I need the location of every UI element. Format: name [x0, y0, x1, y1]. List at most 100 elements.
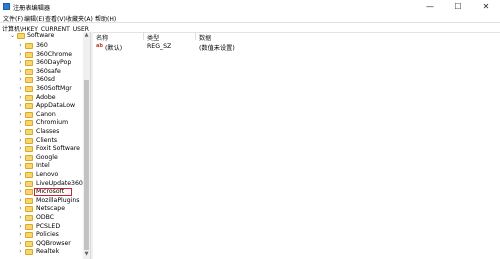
- tree-item[interactable]: › PCSLED: [0, 223, 83, 231]
- maximize-button[interactable]: ☐: [444, 0, 472, 13]
- chevron-right-icon[interactable]: ›: [18, 240, 23, 248]
- column-divider[interactable]: [195, 32, 196, 40]
- tree-item[interactable]: › Adobe: [0, 94, 83, 102]
- tree-item-label: 360sd: [36, 76, 55, 84]
- scroll-down-icon[interactable]: ▼: [83, 251, 90, 257]
- string-value-icon: ab: [96, 43, 103, 49]
- folder-icon: [25, 163, 33, 170]
- tree-item[interactable]: › MozillaPlugins: [0, 197, 83, 205]
- folder-icon: [25, 215, 33, 221]
- chevron-right-icon[interactable]: ›: [18, 94, 23, 102]
- chevron-right-icon[interactable]: ›: [18, 111, 23, 119]
- folder-icon: [25, 240, 33, 247]
- tree-item-software[interactable]: ⌄ Software: [0, 32, 83, 40]
- folder-icon: [25, 120, 33, 127]
- chevron-right-icon[interactable]: ›: [18, 76, 23, 84]
- tree-item[interactable]: › 360DayPop: [0, 59, 83, 67]
- tree-scrollbar[interactable]: ▲ ▼: [83, 32, 90, 259]
- chevron-right-icon[interactable]: ›: [18, 42, 23, 50]
- tree-item[interactable]: › 360safe: [0, 68, 83, 76]
- close-button[interactable]: ✕: [472, 0, 500, 13]
- tree-item-label: Foxit Software: [36, 145, 80, 153]
- scroll-up-icon[interactable]: ▲: [83, 32, 90, 38]
- column-header-name[interactable]: 名称: [96, 33, 108, 42]
- tree-item[interactable]: › 360sd: [0, 76, 83, 84]
- folder-icon: [25, 137, 33, 144]
- column-header-data[interactable]: 数据: [199, 33, 211, 42]
- tree-item[interactable]: › Policies: [0, 231, 83, 239]
- tree-item-label: Software: [27, 32, 55, 39]
- tree-item[interactable]: › QQBrowser: [0, 240, 83, 248]
- chevron-right-icon[interactable]: ›: [18, 197, 23, 205]
- tree-item-label: Adobe: [36, 93, 56, 101]
- tree-item[interactable]: › Netscape: [0, 205, 83, 213]
- selection-highlight: [34, 188, 72, 197]
- chevron-right-icon[interactable]: ›: [18, 214, 23, 222]
- folder-icon: [25, 103, 33, 110]
- tree-item[interactable]: › Google: [0, 154, 83, 162]
- tree-item-label: Realtek: [36, 248, 60, 256]
- tree-item-label: QQBrowser: [36, 239, 71, 247]
- chevron-right-icon[interactable]: ›: [18, 119, 23, 127]
- column-header-type[interactable]: 类型: [147, 33, 159, 42]
- column-divider[interactable]: [143, 32, 144, 40]
- tree-item[interactable]: › Clients: [0, 137, 83, 145]
- tree-item[interactable]: › Lenovo: [0, 171, 83, 179]
- chevron-right-icon[interactable]: ›: [18, 102, 23, 110]
- tree-item[interactable]: › Canon: [0, 111, 83, 119]
- chevron-right-icon[interactable]: ›: [18, 223, 23, 231]
- value-row[interactable]: ab (默认) REG_SZ (数值未设置): [93, 42, 500, 52]
- tree-item[interactable]: › 360: [0, 42, 83, 50]
- chevron-right-icon[interactable]: ›: [18, 162, 23, 170]
- chevron-right-icon[interactable]: ›: [18, 231, 23, 239]
- title-bar: 注册表编辑器 — ☐ ✕: [0, 0, 500, 13]
- chevron-right-icon[interactable]: ›: [18, 145, 23, 153]
- folder-icon: [25, 68, 33, 75]
- value-type: REG_SZ: [147, 43, 172, 50]
- scrollbar-thumb[interactable]: [84, 80, 89, 250]
- tree-item[interactable]: › 360Chrome: [0, 51, 83, 59]
- chevron-right-icon[interactable]: ›: [18, 248, 23, 256]
- chevron-right-icon[interactable]: ›: [18, 154, 23, 162]
- chevron-right-icon[interactable]: ›: [18, 51, 23, 59]
- chevron-right-icon[interactable]: ›: [18, 188, 23, 196]
- tree-item[interactable]: › Intel: [0, 162, 83, 170]
- folder-icon: [25, 249, 33, 256]
- tree-item[interactable]: › LiveUpdate360: [0, 180, 83, 188]
- tree-item-label: Canon: [36, 110, 56, 118]
- tree-item-label: 360safe: [36, 67, 61, 75]
- folder-icon: [25, 223, 33, 230]
- folder-icon: [25, 232, 33, 239]
- chevron-right-icon[interactable]: ›: [18, 171, 23, 179]
- folder-icon: [25, 60, 33, 67]
- minimize-button[interactable]: —: [416, 0, 444, 13]
- folder-open-icon: [17, 33, 25, 39]
- chevron-right-icon[interactable]: ›: [18, 128, 23, 136]
- tree-item[interactable]: › 360SoftMgr: [0, 85, 83, 93]
- folder-icon: [25, 129, 33, 135]
- chevron-right-icon[interactable]: ›: [18, 59, 23, 67]
- values-list: 名称 类型 数据 ab (默认) REG_SZ (数值未设置): [93, 32, 500, 259]
- chevron-right-icon[interactable]: ›: [18, 205, 23, 213]
- tree-item-label: Intel: [36, 162, 50, 170]
- tree-item[interactable]: › ODBC: [0, 214, 83, 222]
- tree-item-label: Policies: [36, 231, 59, 239]
- tree-item-label: Chromium: [36, 119, 69, 127]
- tree-item-label: Clients: [36, 136, 58, 144]
- chevron-right-icon[interactable]: ›: [18, 137, 23, 145]
- tree-item-label: Lenovo: [36, 171, 59, 178]
- chevron-right-icon[interactable]: ›: [18, 68, 23, 76]
- tree-item[interactable]: › Foxit Software: [0, 145, 83, 153]
- tree-item[interactable]: › AppDataLow: [0, 102, 83, 110]
- chevron-right-icon[interactable]: ›: [18, 85, 23, 93]
- folder-icon: [25, 197, 33, 204]
- value-name: (默认): [105, 45, 123, 52]
- chevron-down-icon[interactable]: ⌄: [10, 32, 15, 40]
- tree-item-label: 360DayPop: [36, 59, 72, 67]
- tree-item[interactable]: › Realtek: [0, 248, 83, 256]
- folder-icon: [25, 51, 33, 58]
- tree-item[interactable]: › Microsoft: [0, 188, 83, 197]
- tree-item[interactable]: › Chromium: [0, 119, 83, 127]
- chevron-right-icon[interactable]: ›: [18, 180, 23, 188]
- tree-item[interactable]: › Classes: [0, 128, 83, 136]
